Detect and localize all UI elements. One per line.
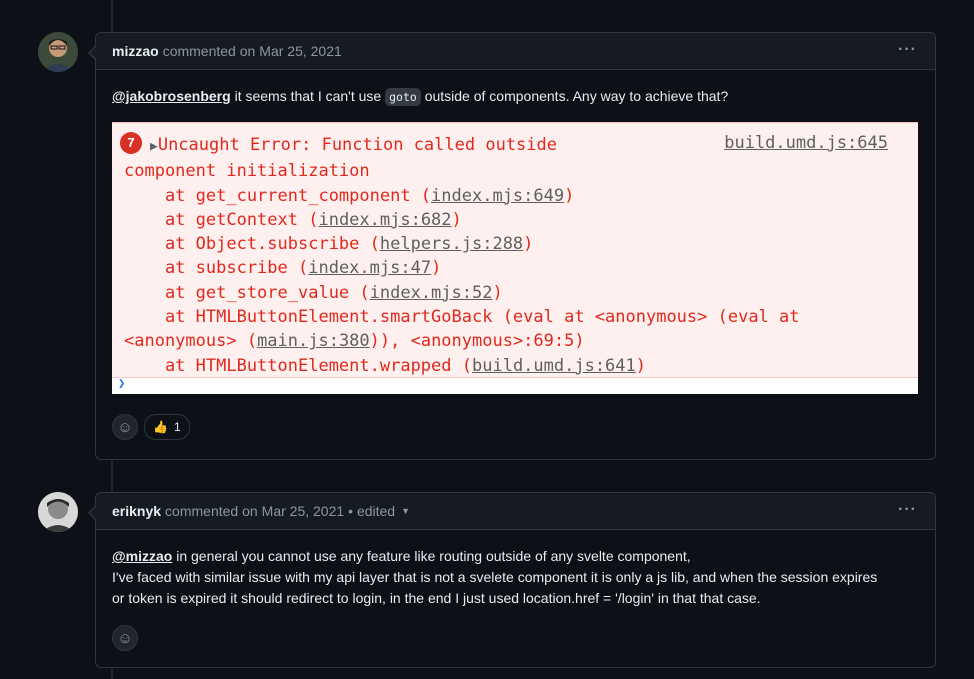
author-link[interactable]: eriknyk: [112, 503, 161, 519]
smiley-icon[interactable]: ☺: [112, 625, 138, 651]
comment-header: eriknyk commented on Mar 25, 2021 • edit…: [96, 493, 935, 530]
error-count-badge: 7: [120, 132, 142, 154]
stack-line: at HTMLButtonElement.wrapped (build.umd.…: [124, 355, 647, 376]
stack-line: <anonymous> (main.js:380)), <anonymous>:…: [124, 331, 585, 352]
comment-header: mizzao commented on Mar 25, 2021 ···: [96, 33, 935, 70]
stack-line: at getContext (index.mjs:682): [124, 209, 462, 230]
author-link[interactable]: mizzao: [112, 43, 159, 59]
avatar-mizzao[interactable]: [38, 32, 78, 72]
comment-mizzao: mizzao commented on Mar 25, 2021 ··· @ja…: [88, 32, 936, 460]
comment-body: @jakobrosenberg it seems that I can't us…: [96, 70, 935, 394]
body-text: or token is expired it should redirect t…: [112, 590, 761, 606]
comment-date[interactable]: Mar 25, 2021: [259, 43, 342, 59]
kebab-horizontal-icon[interactable]: ···: [898, 41, 917, 59]
comment-action: commented on: [165, 503, 258, 519]
reaction-thumbs-up[interactable]: 👍 1: [144, 414, 190, 440]
console-input-bar: [112, 377, 918, 394]
reactions-bar: ☺: [96, 609, 935, 667]
error-screenshot[interactable]: 7 build.umd.js:645 ▶Uncaught Error: Func…: [112, 122, 918, 394]
body-text: it seems that I can't use: [230, 88, 386, 104]
error-line: Uncaught Error: Function called outside: [157, 135, 557, 155]
avatar-eriknyk[interactable]: [38, 492, 78, 532]
mention-link[interactable]: @mizzao: [112, 548, 172, 564]
error-text: ▶Uncaught Error: Function called outside…: [124, 133, 800, 378]
smiley-icon[interactable]: ☺: [112, 414, 138, 440]
inline-code: goto: [385, 88, 421, 106]
error-line: component initialization: [124, 161, 370, 182]
comment-eriknyk: eriknyk commented on Mar 25, 2021 • edit…: [88, 492, 936, 668]
body-text: I've faced with similar issue with my ap…: [112, 569, 878, 585]
comment-date[interactable]: Mar 25, 2021: [262, 503, 345, 519]
comment-body: @mizzao in general you cannot use any fe…: [96, 530, 935, 609]
triangle-down-icon[interactable]: ▼: [401, 506, 410, 516]
edited-dropdown[interactable]: • edited: [348, 503, 395, 519]
body-text: outside of components. Any way to achiev…: [420, 88, 729, 104]
stack-line: at get_store_value (index.mjs:52): [124, 282, 503, 303]
reaction-count: 1: [173, 420, 181, 434]
console-prompt-icon: ❯: [118, 376, 126, 390]
comment-action: commented on: [162, 43, 256, 59]
stack-line: at Object.subscribe (helpers.js:288): [124, 234, 534, 255]
stack-line: at subscribe (index.mjs:47): [124, 258, 442, 279]
stack-line: at HTMLButtonElement.smartGoBack (eval a…: [124, 307, 800, 328]
thumbs-up-icon: 👍: [153, 420, 168, 434]
body-text: in general you cannot use any feature li…: [172, 548, 691, 564]
mention-link[interactable]: @jakobrosenberg: [112, 88, 231, 104]
expand-triangle-icon: ▶: [150, 139, 158, 154]
kebab-horizontal-icon[interactable]: ···: [898, 501, 917, 519]
stack-line: at get_current_component (index.mjs:649): [124, 185, 575, 206]
reactions-bar: ☺ 👍 1: [96, 394, 935, 456]
